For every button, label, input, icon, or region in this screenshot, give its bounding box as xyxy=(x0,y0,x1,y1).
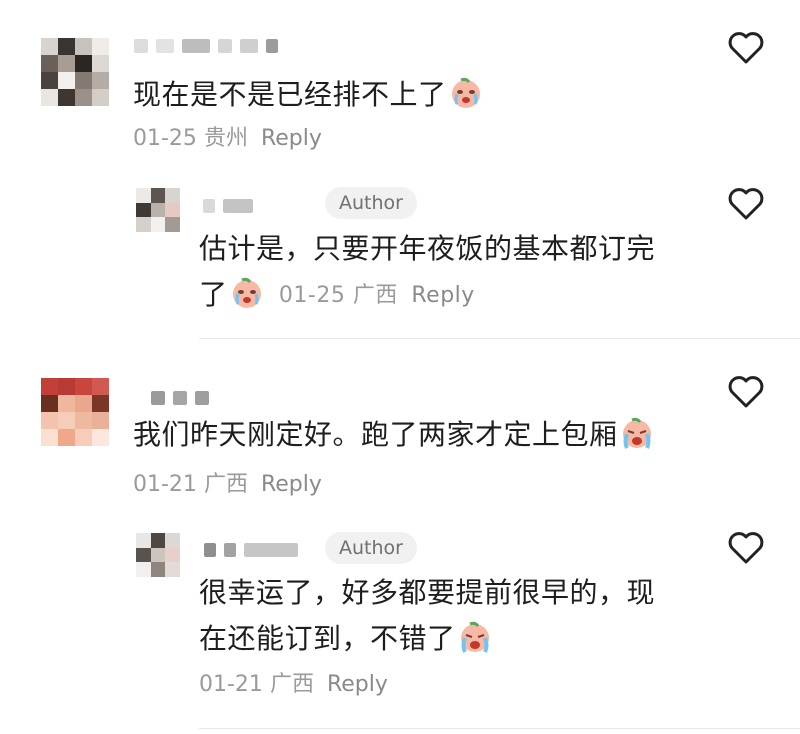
reply-button[interactable]: Reply xyxy=(327,672,388,697)
reply-button[interactable]: Reply xyxy=(261,126,322,151)
comment-text-content: 现在是不是已经排不上了 xyxy=(133,78,447,111)
comment-date: 01-21 xyxy=(199,672,263,697)
comment-text-line: 了 xyxy=(199,278,228,311)
comment-text: 我们昨天刚定好。跑了两家才定上包厢 xyxy=(133,412,654,458)
reply-button[interactable]: Reply xyxy=(261,472,322,497)
sobbing-face-emoji-icon xyxy=(622,417,651,449)
comment-text: 现在是不是已经排不上了 xyxy=(133,72,483,118)
divider xyxy=(199,728,800,729)
comment-text-line-wrapper: 了 01-25 广西 Reply xyxy=(199,272,699,318)
crying-face-emoji-icon xyxy=(232,277,261,308)
username-blurred[interactable] xyxy=(151,390,209,406)
comment-date: 01-25 xyxy=(278,283,346,308)
reply-button[interactable]: Reply xyxy=(411,283,474,308)
comment-text: 很幸运了，好多都要提前很早的，现 在还能订到，不错了 xyxy=(199,570,699,662)
comment-text-line-wrapper: 在还能订到，不错了 xyxy=(199,616,699,662)
username-blurred[interactable] xyxy=(204,542,298,558)
author-badge: Author xyxy=(325,532,417,564)
comment-text-line: 很幸运了，好多都要提前很早的，现 xyxy=(199,576,656,609)
comment-date: 01-25 xyxy=(133,126,197,151)
avatar[interactable] xyxy=(136,533,180,577)
sobbing-face-emoji-icon xyxy=(460,621,489,653)
heart-outline-icon[interactable] xyxy=(727,374,765,410)
heart-outline-icon[interactable] xyxy=(727,30,765,66)
comment-location: 广西 xyxy=(352,283,398,308)
comment-text-content: 我们昨天刚定好。跑了两家才定上包厢 xyxy=(133,418,618,451)
comment-location: 广西 xyxy=(269,672,314,697)
comment-text-line: 在还能订到，不错了 xyxy=(199,622,456,655)
heart-outline-icon[interactable] xyxy=(727,530,765,566)
username-blurred[interactable] xyxy=(203,198,253,214)
avatar[interactable] xyxy=(41,38,109,106)
comment-meta: 01-21 广西 Reply xyxy=(199,670,388,700)
divider xyxy=(199,338,800,339)
comment-text-line: 估计是，只要开年夜饭的基本都订完 xyxy=(199,232,656,265)
comment-meta: 01-21 广西 Reply xyxy=(133,470,322,500)
crying-face-emoji-icon xyxy=(451,77,480,108)
avatar[interactable] xyxy=(41,378,109,446)
comment-text: 估计是，只要开年夜饭的基本都订完 了 01-25 广西 Reply xyxy=(199,226,699,318)
comment-meta: 01-25 贵州 Reply xyxy=(133,124,322,154)
avatar[interactable] xyxy=(136,188,180,232)
comment-location: 贵州 xyxy=(203,126,248,151)
username-blurred[interactable] xyxy=(134,38,278,54)
author-badge: Author xyxy=(325,187,417,219)
comment-meta: 01-25 广西 Reply xyxy=(279,281,475,311)
heart-outline-icon[interactable] xyxy=(727,186,765,222)
comment-date: 01-21 xyxy=(133,472,197,497)
comment-location: 广西 xyxy=(203,472,248,497)
